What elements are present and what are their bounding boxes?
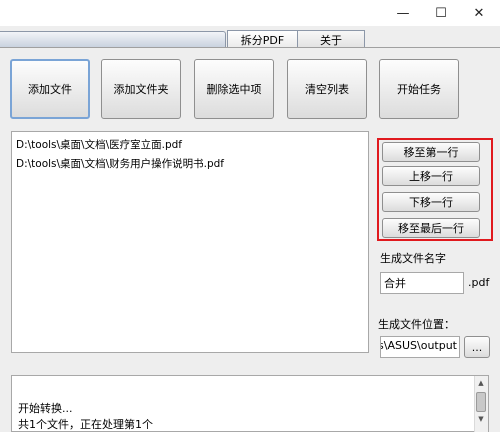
extension-label: .pdf — [468, 276, 490, 289]
scroll-thumb[interactable] — [476, 392, 486, 412]
output-location-input[interactable]: ers\ASUS\output — [380, 336, 460, 358]
start-task-button[interactable]: 开始任务 — [379, 59, 459, 119]
close-icon[interactable]: ✕ — [462, 0, 496, 26]
tab-strip-filler — [0, 31, 226, 48]
move-to-last-button[interactable]: 移至最后一行 — [382, 218, 480, 238]
move-up-button[interactable]: 上移一行 — [382, 166, 480, 186]
output-name-label: 生成文件名字 — [380, 252, 446, 265]
maximize-icon[interactable]: ☐ — [424, 0, 458, 26]
scroll-up-icon[interactable]: ▲ — [476, 378, 486, 388]
add-folder-button[interactable]: 添加文件夹 — [101, 59, 181, 119]
file-list[interactable]: D:\tools\桌面\文档\医疗室立面.pdf D:\tools\桌面\文档\… — [11, 131, 369, 353]
move-to-first-button[interactable]: 移至第一行 — [382, 142, 480, 162]
move-down-button[interactable]: 下移一行 — [382, 192, 480, 212]
log-area[interactable]: 开始转换... 共1个文件，正在处理第1个 — [11, 375, 489, 432]
add-file-button[interactable]: 添加文件 — [10, 59, 90, 119]
delete-selected-button[interactable]: 删除选中项 — [194, 59, 274, 119]
log-line: 开始转换... — [18, 402, 73, 415]
clear-list-button[interactable]: 清空列表 — [287, 59, 367, 119]
output-name-input[interactable]: 合并 — [380, 272, 464, 294]
browse-button[interactable]: ... — [464, 336, 490, 358]
log-line: 共1个文件，正在处理第1个 — [18, 418, 153, 431]
list-item[interactable]: D:\tools\桌面\文档\财务用户操作说明书.pdf — [16, 155, 364, 174]
tab-divider — [0, 47, 500, 48]
list-item[interactable]: D:\tools\桌面\文档\医疗室立面.pdf — [16, 136, 364, 155]
minimize-icon[interactable]: — — [386, 0, 420, 26]
output-location-label: 生成文件位置： — [378, 318, 455, 331]
tab-split-pdf[interactable]: 拆分PDF — [227, 30, 298, 48]
tab-about[interactable]: 关于 — [297, 30, 365, 48]
scroll-down-icon[interactable]: ▼ — [476, 414, 486, 424]
